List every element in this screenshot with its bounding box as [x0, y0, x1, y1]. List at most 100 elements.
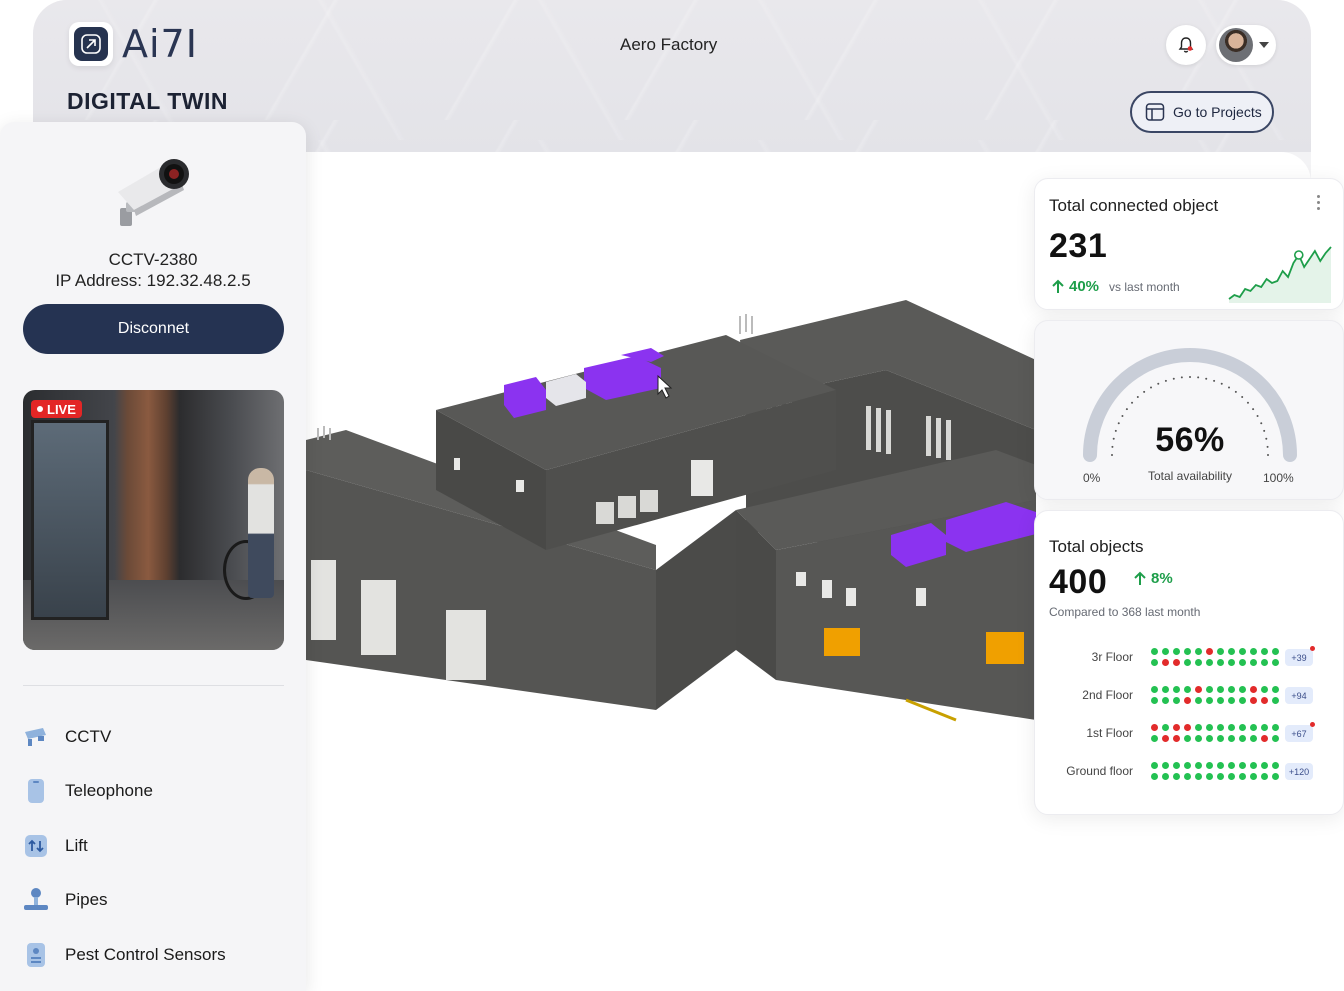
status-dot — [1151, 686, 1158, 693]
floor-count-badge: +120 — [1285, 763, 1313, 780]
status-dot — [1162, 762, 1169, 769]
status-dot — [1162, 773, 1169, 780]
connected-change-note: vs last month — [1109, 279, 1180, 294]
status-dot — [1239, 659, 1246, 666]
gauge-tick — [1157, 382, 1160, 385]
connected-sparkline — [1228, 246, 1332, 303]
status-dot — [1184, 697, 1191, 704]
status-dot — [1151, 724, 1158, 731]
status-dot — [1250, 735, 1257, 742]
sidebar-item-pipes[interactable]: Pipes — [23, 885, 108, 915]
floor-label: 3r Floor — [1091, 650, 1133, 664]
live-camera-feed[interactable] — [23, 390, 284, 650]
status-dot — [1206, 648, 1213, 655]
more-options-icon[interactable] — [1317, 195, 1321, 213]
status-dot — [1272, 724, 1279, 731]
notifications-button[interactable] — [1166, 25, 1206, 65]
telephone-icon — [23, 778, 49, 804]
status-dot — [1206, 697, 1213, 704]
arrow-up-icon — [1052, 279, 1064, 293]
gauge-tick — [1197, 376, 1200, 379]
chevron-down-icon — [1259, 42, 1269, 48]
go-to-projects-button[interactable]: Go to Projects — [1130, 91, 1274, 133]
status-dot — [1173, 697, 1180, 704]
panel-divider — [23, 685, 284, 686]
site-name: Aero Factory — [620, 35, 718, 54]
gauge-tick — [1136, 396, 1139, 399]
status-dot — [1173, 773, 1180, 780]
status-dot — [1272, 773, 1279, 780]
status-dot — [1184, 735, 1191, 742]
connected-title: Total connected object — [1049, 196, 1219, 215]
profile-menu[interactable] — [1216, 25, 1276, 65]
gauge-tick — [1172, 377, 1175, 380]
status-dot — [1206, 724, 1213, 731]
status-dot — [1162, 697, 1169, 704]
floor-row[interactable]: 2nd Floor +94 — [1035, 684, 1344, 708]
status-dot — [1195, 697, 1202, 704]
status-dot — [1272, 697, 1279, 704]
feed-person — [248, 468, 274, 598]
floor-row[interactable]: 3r Floor +39 — [1035, 646, 1344, 670]
lift-icon — [23, 833, 49, 859]
device-panel: CCTV-2380 IP Address: 192.32.48.2.5 Disc… — [0, 122, 306, 991]
feed-door — [31, 420, 109, 620]
status-dot — [1173, 735, 1180, 742]
status-dot — [1173, 659, 1180, 666]
floor-count-badge: +39 — [1285, 649, 1313, 666]
sensor-icon — [23, 942, 49, 968]
status-dot — [1272, 659, 1279, 666]
status-dot — [1195, 648, 1202, 655]
status-dot — [1228, 697, 1235, 704]
floor-label: 2nd Floor — [1082, 688, 1133, 702]
gauge-tick — [1228, 386, 1230, 389]
status-dot — [1206, 686, 1213, 693]
status-dot — [1239, 686, 1246, 693]
logo-mark-icon — [74, 27, 108, 61]
sidebar-item-cctv[interactable]: CCTV — [23, 722, 111, 752]
gauge-tick — [1252, 408, 1255, 411]
status-dot — [1173, 724, 1180, 731]
status-dot — [1151, 697, 1158, 704]
status-dot — [1195, 659, 1202, 666]
status-dot — [1162, 686, 1169, 693]
floor-count-badge: +67 — [1285, 725, 1313, 742]
alert-dot-icon — [1310, 722, 1315, 727]
gauge-tick — [1246, 401, 1249, 404]
avatar — [1219, 28, 1253, 62]
gauge-max-label: 100% — [1263, 471, 1294, 485]
disconnect-button[interactable]: Disconnet — [23, 304, 284, 354]
status-dot — [1272, 762, 1279, 769]
status-dot — [1250, 648, 1257, 655]
status-dot — [1250, 697, 1257, 704]
sidebar-item-telephone[interactable]: Teleophone — [23, 776, 153, 806]
sidebar-item-label: CCTV — [65, 727, 112, 746]
status-dot — [1239, 697, 1246, 704]
floor-label: 1st Floor — [1086, 726, 1133, 740]
gauge-tick — [1164, 379, 1167, 382]
gauge-tick — [1234, 390, 1237, 393]
status-dot — [1261, 735, 1268, 742]
floor-row[interactable]: Ground floor +120 — [1035, 760, 1344, 784]
go-to-projects-label: Go to Projects — [1173, 104, 1262, 120]
status-dot — [1217, 773, 1224, 780]
floor-dots — [1149, 760, 1281, 782]
gauge-tick — [1205, 377, 1208, 380]
status-dot — [1272, 686, 1279, 693]
sidebar-item-label: Lift — [65, 836, 88, 855]
status-dot — [1173, 762, 1180, 769]
status-dot — [1195, 724, 1202, 731]
gauge-tick — [1125, 408, 1128, 411]
building-3d-model[interactable] — [306, 280, 1036, 760]
floor-row[interactable]: 1st Floor +67 — [1035, 722, 1344, 746]
status-dot — [1151, 773, 1158, 780]
status-dot — [1162, 659, 1169, 666]
status-dot — [1217, 724, 1224, 731]
status-dot — [1184, 659, 1191, 666]
sidebar-item-pest-control[interactable]: Pest Control Sensors — [23, 940, 226, 970]
sidebar-item-lift[interactable]: Lift — [23, 831, 88, 861]
status-dot — [1151, 762, 1158, 769]
logo[interactable] — [69, 22, 113, 66]
objects-value: 400 — [1049, 563, 1108, 601]
connected-change-row: 40% vs last month — [1051, 278, 1180, 295]
